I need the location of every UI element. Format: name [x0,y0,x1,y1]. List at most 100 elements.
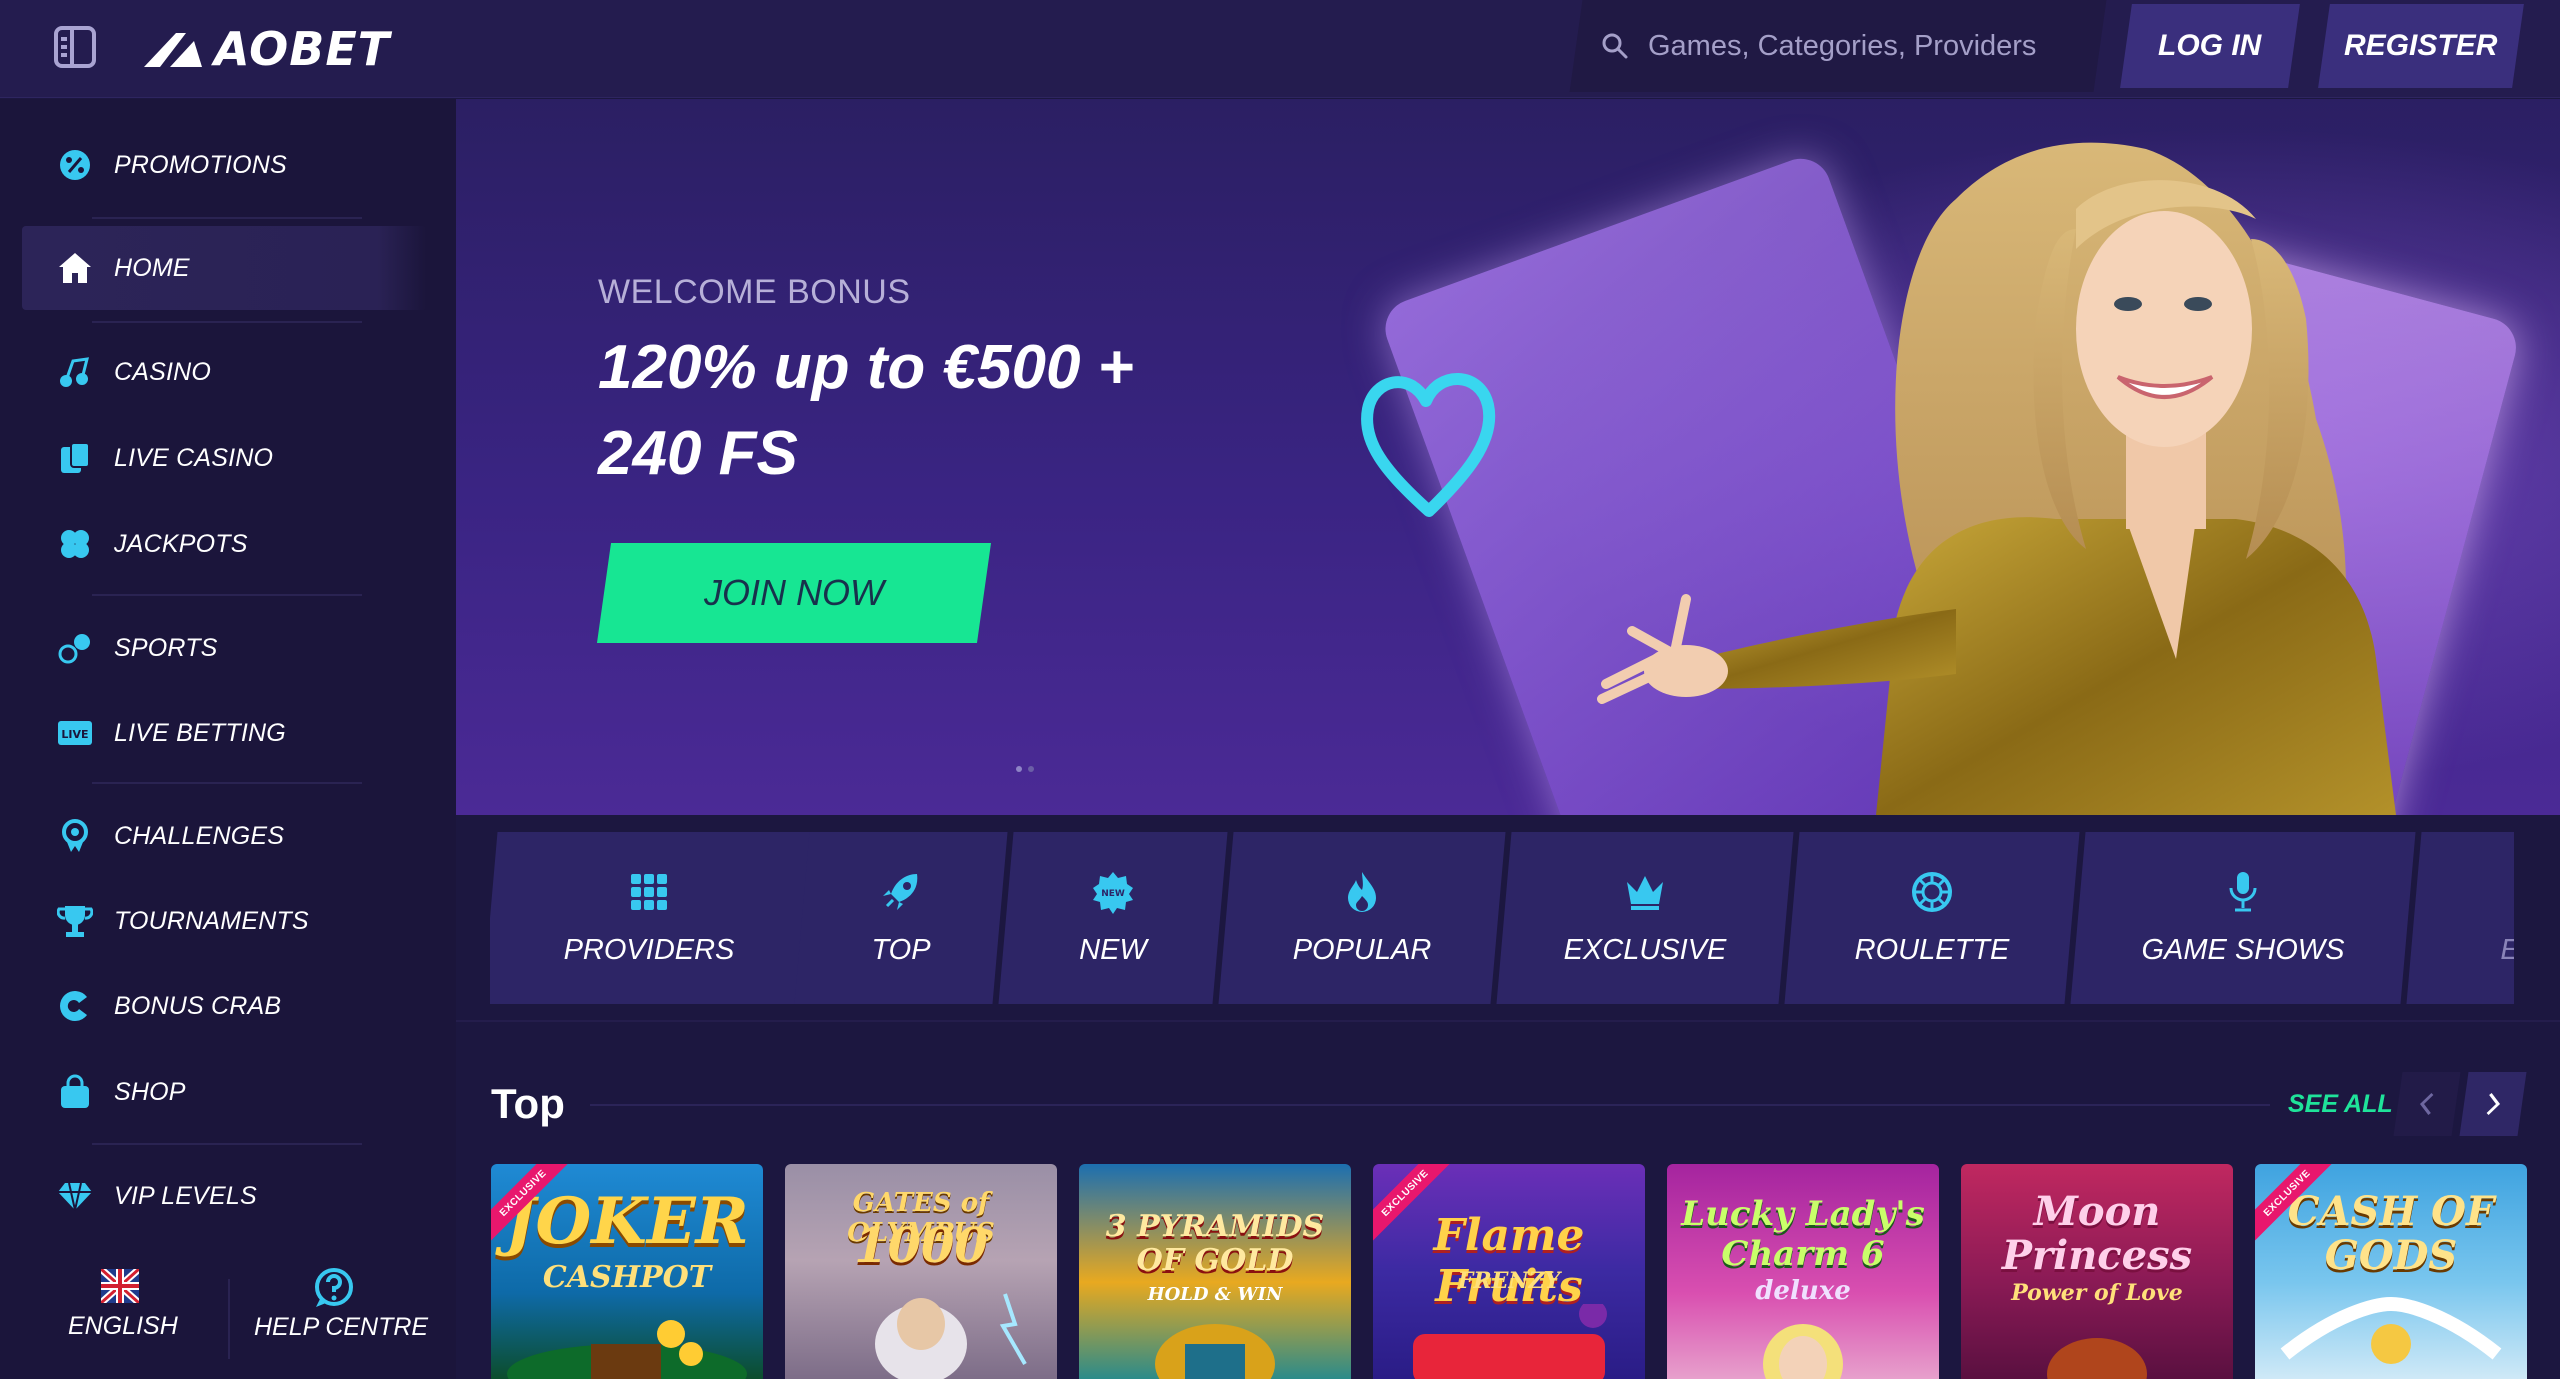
sidebar-item-sports[interactable]: SPORTS [22,606,426,690]
sidebar-item-challenges[interactable]: CHALLENGES [22,794,426,878]
game-title: 3 PYRAMIDS OF GOLD [1105,1209,1325,1278]
top-bar: AOBET LOG IN REGISTER [0,0,2560,98]
sidebar-item-jackpots[interactable]: JACKPOTS [22,502,426,586]
casino-icon [56,353,94,391]
game-art [1155,1324,1275,1379]
hero-banner[interactable]: WELCOME BONUS 120% up to €500 + 240 FS J… [456,99,2560,815]
carousel-dot[interactable] [1016,766,1022,772]
tournaments-icon [56,902,94,940]
carousel-dot[interactable] [1028,766,1034,772]
game-title: CASH OF GODS [2287,1188,2495,1279]
help-centre-link[interactable]: HELP CENTRE [250,1267,440,1351]
challenges-icon [56,817,94,855]
sidebar-item-tournaments[interactable]: TOURNAMENTS [22,879,426,963]
category-label: ROULETTE [1854,933,2010,966]
game-art [2047,1338,2147,1379]
sidebar-item-shop[interactable]: SHOP [22,1050,426,1134]
sports-icon [56,629,94,667]
join-now-label: JOIN NOW [704,572,884,613]
help-centre-label: HELP CENTRE [254,1313,429,1341]
vip-levels-icon [56,1177,94,1215]
sidebar-item-label: TOURNAMENTS [114,906,309,935]
game-tile-joker-cashpot[interactable]: JOKER CASHPOT EXCLUSIVE [491,1164,763,1379]
category-label: EXCLUSIVE [1563,933,1727,966]
new-badge-icon: NEW [1093,871,1133,914]
game-subtitle: CASHPOT [542,1260,712,1295]
game-tile-lucky-ladys-charm[interactable]: Lucky Lady's Charm 6 deluxe [1667,1164,1939,1379]
game-title: Lucky Lady's Charm 6 [1681,1194,1925,1274]
svg-text:LIVE: LIVE [61,728,88,741]
sidebar: PROMOTIONS HOME CASINO LIVE CASINO JACKP… [0,99,456,1379]
category-label: GAME SHOWS [2141,933,2345,966]
crown-icon [1627,875,1663,910]
sidebar-divider [92,321,362,323]
help-icon [315,1268,353,1307]
game-title: 1000 [854,1218,988,1274]
logo-mark-icon [144,33,202,67]
login-button[interactable]: LOG IN [2120,4,2300,88]
game-tile-flame-fruits[interactable]: Flame Fruits FRENZY EXCLUSIVE [1373,1164,1645,1379]
sidebar-toggle-icon[interactable] [54,26,96,68]
carousel-prev-button[interactable] [2393,1072,2461,1136]
sidebar-item-live-casino[interactable]: LIVE CASINO [22,416,426,500]
category-exclusive-content[interactable]: EXCLUSIVE [1504,832,1786,1004]
microphone-icon [2229,871,2257,911]
join-now-button[interactable]: JOIN NOW [596,543,992,643]
game-carousel: JOKER CASHPOT EXCLUSIVE GATES of OLYMPUS… [491,1164,2531,1379]
sidebar-item-vip-levels[interactable]: VIP LEVELS [22,1154,426,1238]
category-game-shows-content[interactable]: GAME SHOWS [2078,832,2408,1004]
chevron-right-icon [2486,1092,2501,1116]
sidebar-item-label: CHALLENGES [114,821,285,850]
hero-eyebrow: WELCOME BONUS [598,273,911,311]
brand-logo[interactable]: AOBET [140,20,390,78]
register-button[interactable]: REGISTER [2318,4,2524,88]
category-providers-content[interactable]: PROVIDERS [490,832,808,1004]
search-input[interactable] [1648,29,2088,63]
sidebar-item-label: PROMOTIONS [114,150,287,179]
search-icon [1602,33,1628,59]
category-next-partial-content[interactable]: E [2480,832,2514,1004]
promotions-icon [56,146,94,184]
section-divider [456,1020,2560,1022]
see-all-link[interactable]: SEE ALL [2288,1090,2393,1119]
sidebar-item-promotions[interactable]: PROMOTIONS [22,123,426,207]
game-tile-moon-princess[interactable]: Moon Princess Power of Love [1961,1164,2233,1379]
game-art [875,1293,1027,1379]
category-roulette-content[interactable]: ROULETTE [1792,832,2072,1004]
sidebar-item-home[interactable]: HOME [22,226,426,310]
game-title: Flame Fruits [1433,1210,1585,1312]
brand-name: AOBET [214,22,391,76]
category-label: POPULAR [1292,933,1432,966]
sidebar-item-label: SPORTS [114,633,218,662]
sidebar-bottom-divider [228,1279,230,1359]
home-icon [56,249,94,287]
game-subtitle: HOLD & WIN [1147,1284,1283,1305]
section-title: Top [491,1080,565,1127]
game-art [1413,1304,1607,1379]
sidebar-item-live-betting[interactable]: LIVE LIVE BETTING [22,691,426,775]
game-tile-cash-of-gods[interactable]: CASH OF GODS EXCLUSIVE [2255,1164,2527,1379]
game-tile-gates-of-olympus[interactable]: GATES of OLYMPUS 1000 [785,1164,1057,1379]
game-tile-pyramids-of-gold[interactable]: 3 PYRAMIDS OF GOLD HOLD & WIN [1079,1164,1351,1379]
carousel-next-button[interactable] [2459,1072,2527,1136]
game-title: Moon Princess [2001,1188,2193,1279]
category-top-content[interactable]: TOP [802,832,1000,1004]
sidebar-item-label: BONUS CRAB [114,991,282,1020]
carousel-indicator[interactable] [1016,766,1034,772]
game-subtitle: deluxe [1755,1276,1851,1306]
heart-icon [1361,373,1496,517]
category-new-content[interactable]: NEW NEW [1006,832,1220,1004]
game-art [2280,1296,2502,1364]
chevron-left-icon [2419,1092,2434,1116]
sidebar-item-bonus-crab[interactable]: BONUS CRAB [22,964,426,1048]
sidebar-item-label: SHOP [114,1077,186,1106]
language-selector[interactable]: ENGLISH [40,1269,200,1349]
rocket-icon [883,873,918,910]
sidebar-item-label: HOME [114,253,190,282]
category-popular-content[interactable]: POPULAR [1226,832,1498,1004]
sidebar-item-label: LIVE BETTING [114,718,286,747]
sidebar-item-label: VIP LEVELS [114,1181,257,1210]
sidebar-item-casino[interactable]: CASINO [22,330,426,414]
category-label: TOP [871,933,931,966]
search-field[interactable] [1600,24,2088,68]
